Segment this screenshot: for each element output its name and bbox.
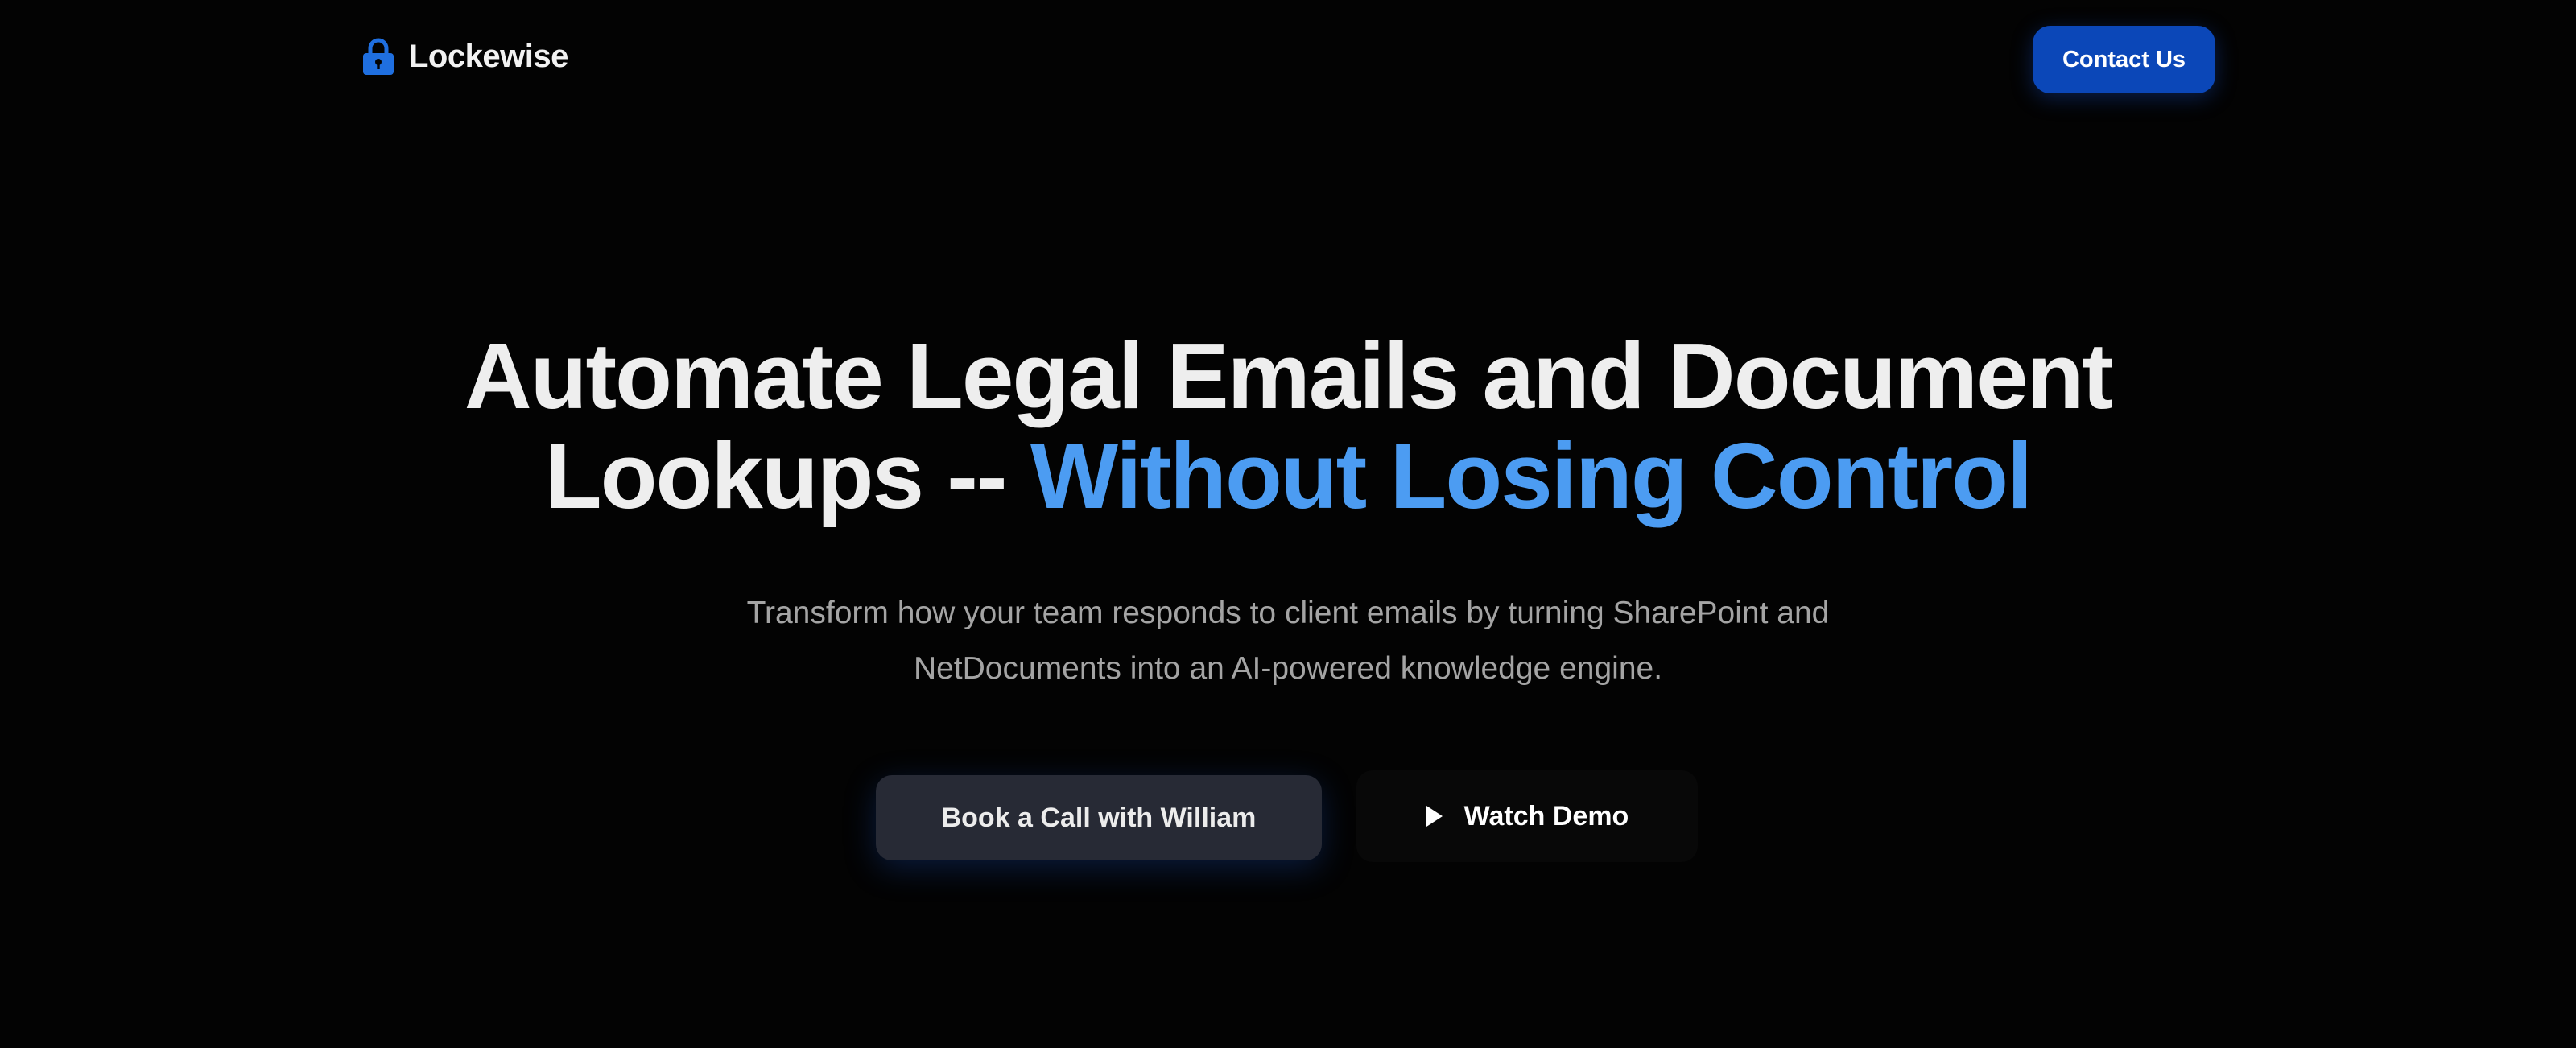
hero-subtitle-line1: Transform how your team responds to clie… [746,596,1830,630]
brand-logo[interactable]: Lockewise [362,37,568,76]
play-icon [1426,806,1443,827]
hero-title-line1: Automate Legal Emails and Document [464,324,2113,428]
brand-name: Lockewise [409,38,568,74]
landing-page: Lockewise Contact Us Automate Legal Emai… [0,0,2576,1048]
book-call-button[interactable]: Book a Call with William [876,775,1322,860]
watch-demo-button[interactable]: Watch Demo [1356,770,1698,862]
hero-subtitle: Transform how your team responds to clie… [0,585,2576,696]
hero-title-line2: Lookups -- [544,423,1030,528]
hero-title: Automate Legal Emails and Document Looku… [0,326,2576,526]
watch-demo-label: Watch Demo [1463,800,1629,831]
contact-us-button[interactable]: Contact Us [2033,26,2215,93]
hero-subtitle-line2: NetDocuments into an AI-powered knowledg… [913,651,1663,686]
lock-icon [363,38,394,75]
hero-title-accent: Without Losing Control [1030,423,2033,528]
